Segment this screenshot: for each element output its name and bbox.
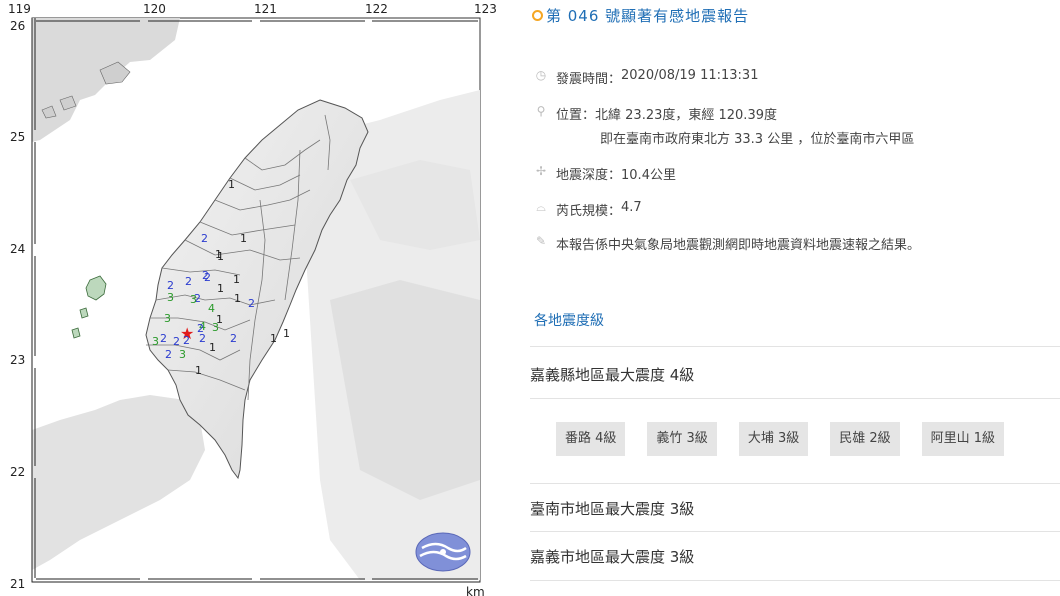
magnitude-value: 4.7 [621, 200, 642, 215]
depth-icon: ✢ [535, 164, 547, 178]
clock-icon: ◷ [535, 68, 547, 82]
station-chip: 義竹 3級 [647, 422, 717, 456]
magnitude-label: 芮氏規模： [556, 204, 622, 219]
intensity-mark: 3 [167, 291, 174, 304]
depth-value: 10.4公里 [621, 168, 676, 183]
lon-tick: 121 [254, 2, 277, 16]
intensity-mark: 4 [208, 302, 215, 315]
time-row: ◷ 發震時間： 2020/08/19 11:13:31 [534, 68, 759, 87]
intensity-mark: 1 [215, 248, 222, 261]
lat-tick: 22 [10, 465, 25, 479]
magnitude-row: ⌓ 芮氏規模： 4.7 [534, 200, 642, 219]
intensity-mark: 3 [179, 348, 186, 361]
lat-tick: 26 [10, 19, 25, 33]
location-detail: 即在臺南市政府東北方 33.3 公里 ，位於臺南市六甲區 [600, 132, 915, 147]
location-label: 位置： [556, 108, 596, 123]
intensity-mark: 1 [209, 341, 216, 354]
station-chip: 番路 4級 [556, 422, 626, 456]
time-label: 發震時間： [556, 72, 622, 87]
time-value: 2020/08/19 11:13:31 [621, 68, 759, 83]
station-list: 番路 4級 義竹 3級 大埔 3級 民雄 2級 阿里山 1級 [556, 422, 1005, 456]
report-header: 第 046 號顯著有感地震報告 [532, 4, 749, 26]
section-title-intensity: 各地震度級 [534, 313, 604, 329]
map-canvas: 119 120 121 122 123 26 25 24 23 22 21 km… [8, 2, 497, 596]
lat-tick: 21 [10, 577, 25, 591]
area-row-tainan[interactable]: 臺南市地區最大震度 3級 [530, 498, 694, 519]
depth-label: 地震深度： [556, 168, 622, 183]
magnitude-icon: ⌓ [536, 200, 546, 214]
intensity-mark: 2 [160, 332, 167, 345]
station-chip: 民雄 2級 [830, 422, 900, 456]
lon-tick: 123 [474, 2, 497, 16]
earthquake-report: 第 046 號顯著有感地震報告 ◷ 發震時間： 2020/08/19 11:13… [520, 0, 1060, 596]
note-row: ✎ 本報告係中央氣象局地震觀測網即時地震資料地震速報之結果。 [534, 234, 920, 253]
intensity-mark: 1 [234, 292, 241, 305]
intensity-mark: 1 [233, 273, 240, 286]
location-row: ⚲ 位置： 北緯 23.23度，東經 120.39度 [534, 104, 777, 123]
intensity-mark: 2 [197, 322, 204, 335]
location-pin-icon: ⚲ [536, 104, 546, 118]
intensity-mark: 2 [202, 269, 209, 282]
lat-tick: 25 [10, 130, 25, 144]
intensity-mark: 3 [212, 321, 219, 334]
cwb-logo [415, 532, 471, 572]
location-value: 北緯 23.23度，東經 120.39度 [595, 108, 777, 123]
lon-tick: 119 [8, 2, 31, 16]
divider [530, 531, 1060, 532]
report-note: 本報告係中央氣象局地震觀測網即時地震資料地震速報之結果。 [556, 238, 921, 253]
intensity-mark: 2 [248, 297, 255, 310]
scale-unit: km [466, 585, 485, 596]
lon-tick: 122 [365, 2, 388, 16]
station-chip: 阿里山 1級 [921, 422, 1005, 456]
intensity-mark: 2 [167, 279, 174, 292]
report-title: 第 046 號顯著有感地震報告 [546, 6, 750, 25]
intensity-mark: 1 [217, 282, 224, 295]
intensity-mark: 1 [270, 332, 277, 345]
lat-tick: 23 [10, 353, 25, 367]
divider [530, 483, 1060, 484]
depth-row: ✢ 地震深度： 10.4公里 [534, 164, 676, 183]
intensity-mark: 2 [173, 335, 180, 348]
intensity-mark: 2 [165, 348, 172, 361]
intensity-mark: 2 [183, 334, 190, 347]
area-row-chiayi-city[interactable]: 嘉義市地區最大震度 3級 [530, 546, 694, 567]
intensity-mark: 2 [230, 332, 237, 345]
intensity-mark: 1 [228, 178, 235, 191]
lon-tick: 120 [143, 2, 166, 16]
intensity-mark: 3 [152, 335, 159, 348]
divider [530, 580, 1060, 581]
area-row-chiayi-county[interactable]: 嘉義縣地區最大震度 4級 [530, 364, 694, 385]
pencil-icon: ✎ [535, 234, 547, 248]
intensity-map: 119 120 121 122 123 26 25 24 23 22 21 km… [0, 0, 520, 596]
divider [530, 346, 1060, 347]
bullet-icon [532, 9, 543, 21]
station-chip: 大埔 3級 [738, 422, 809, 456]
intensity-mark: 1 [195, 364, 202, 377]
lat-tick: 24 [10, 242, 25, 256]
intensity-mark: 2 [201, 232, 208, 245]
divider [530, 398, 1060, 399]
intensity-mark: 2 [185, 275, 192, 288]
intensity-mark: 1 [283, 327, 290, 340]
intensity-mark: 3 [164, 312, 171, 325]
intensity-mark: 3 [190, 293, 197, 306]
intensity-mark: 1 [240, 232, 247, 245]
